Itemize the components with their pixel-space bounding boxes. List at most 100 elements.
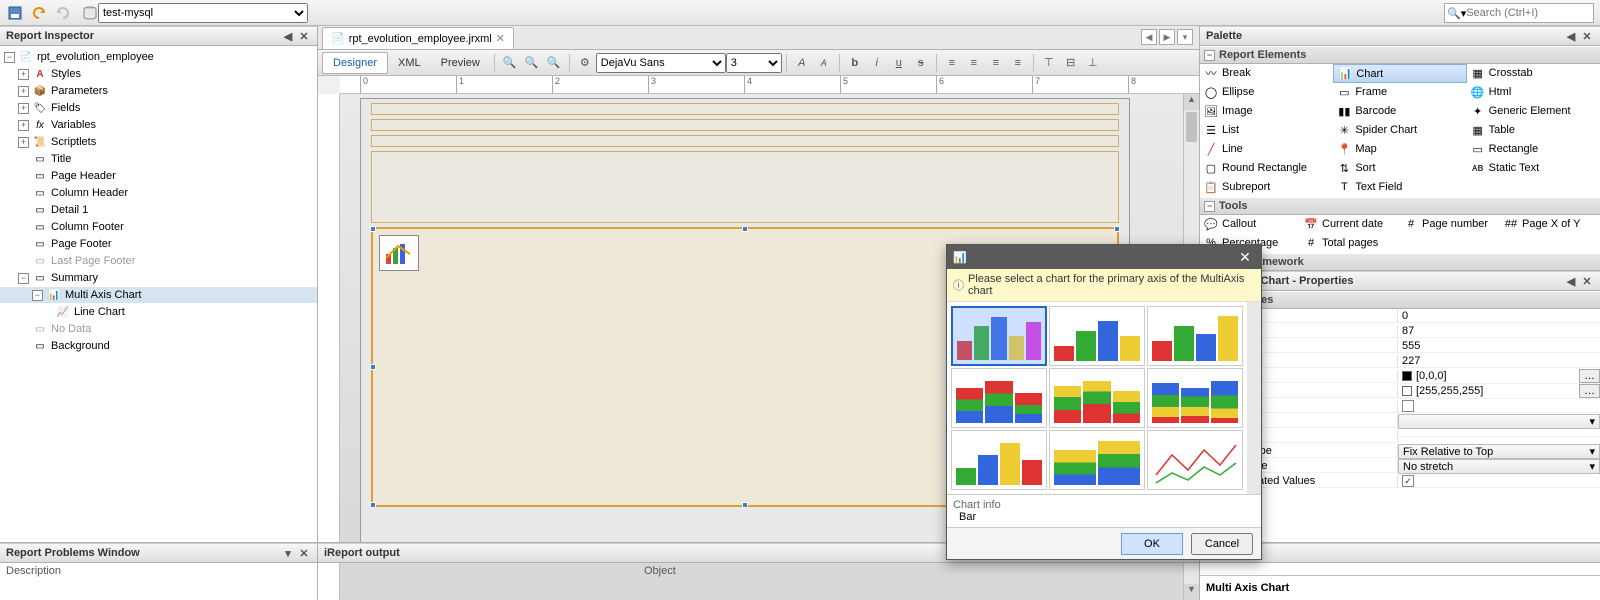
tree-last-page-footer[interactable]: +▭Last Page Footer [0,253,317,269]
font-smaller-icon[interactable]: A [813,52,835,74]
pal-textfield[interactable]: TText Field [1333,178,1466,197]
tree-detail[interactable]: +▭Detail 1 [0,202,317,218]
tree-page-footer[interactable]: +▭Page Footer [0,236,317,252]
pal-spider[interactable]: ✳Spider Chart [1333,121,1466,140]
chart-thumb-stacked[interactable] [951,368,1047,428]
close-tab-icon[interactable]: ✕ [496,32,505,45]
pal-sort[interactable]: ⇅Sort [1333,159,1466,178]
filter-icon[interactable]: ▾ [281,546,295,560]
chart-thumb-stacked3d[interactable] [1049,368,1145,428]
pal-callout[interactable]: 💬Callout [1200,215,1300,234]
nav-menu-icon[interactable]: ▾ [1177,29,1193,45]
pal-list[interactable]: ☰List [1200,121,1333,140]
undo-icon[interactable] [28,2,50,24]
pal-table[interactable]: ▦Table [1467,121,1600,140]
pal-rectangle[interactable]: ▭Rectangle [1467,140,1600,159]
tree-root[interactable]: −📄rpt_evolution_employee [0,49,317,65]
close-icon[interactable]: ✕ [1580,29,1594,43]
save-icon[interactable] [4,2,26,24]
zoom-out-icon[interactable]: 🔍 [521,52,543,74]
tree-parameters[interactable]: +📦Parameters [0,83,317,99]
pal-pagexofy[interactable]: ##Page X of Y [1500,215,1600,234]
close-icon[interactable]: ✕ [297,546,311,560]
pal-line[interactable]: ╱Line [1200,140,1333,159]
chart-thumb-stacked-alt[interactable] [1147,368,1243,428]
pal-barcode[interactable]: ▮▮Barcode [1333,102,1466,121]
close-icon[interactable]: ✕ [1580,274,1594,288]
tree-styles[interactable]: +AStyles [0,66,317,82]
dialog-titlebar[interactable]: 📊 ✕ [947,245,1261,269]
prop-forecolor-value[interactable]: [0,0,0]… [1398,369,1600,384]
pal-map[interactable]: 📍Map [1333,140,1466,159]
chart-thumb-line[interactable] [1147,430,1243,490]
tab-designer[interactable]: Designer [322,52,388,74]
prop-key-value[interactable] [1398,436,1600,437]
tab-preview[interactable]: Preview [431,52,490,74]
prop-left-value[interactable]: 0 [1398,310,1600,323]
global-search[interactable]: 🔍▾ [1444,3,1594,23]
pal-pagenumber[interactable]: #Page number [1400,215,1500,234]
valign-bottom-icon[interactable]: ⊥ [1082,52,1104,74]
cancel-button[interactable]: Cancel [1191,533,1253,555]
pin-icon[interactable]: ◀ [1564,274,1578,288]
nav-prev-icon[interactable]: ◀ [1141,29,1157,45]
ok-button[interactable]: OK [1121,533,1183,555]
pal-generic[interactable]: ✦Generic Element [1467,102,1600,121]
pal-subreport[interactable]: 📋Subreport [1200,178,1333,197]
pin-icon[interactable]: ◀ [1564,29,1578,43]
valign-top-icon[interactable]: ⊤ [1038,52,1060,74]
prop-width-value[interactable]: 555 [1398,340,1600,353]
align-center-icon[interactable]: ≡ [963,52,985,74]
tab-xml[interactable]: XML [388,52,431,74]
tree-fields[interactable]: +🏷Fields [0,100,317,116]
dialog-close-icon[interactable]: ✕ [1235,247,1255,267]
prop-height-value[interactable]: 227 [1398,355,1600,368]
tree-column-header[interactable]: +▭Column Header [0,185,317,201]
tree-multi-axis-chart[interactable]: −📊Multi Axis Chart [0,287,317,303]
tools-section[interactable]: −Tools [1200,197,1600,215]
prop-backcolor-value[interactable]: [255,255,255]… [1398,384,1600,399]
strike-icon[interactable]: s [910,52,932,74]
search-input[interactable] [1466,7,1576,19]
file-tab[interactable]: 📄 rpt_evolution_employee.jrxml ✕ [322,27,514,49]
pal-break[interactable]: 〰Break [1200,64,1333,83]
nav-next-icon[interactable]: ▶ [1159,29,1175,45]
zoom-in-icon[interactable]: 🔍 [543,52,565,74]
inspector-tree[interactable]: −📄rpt_evolution_employee +AStyles +📦Para… [0,46,317,600]
datasource-combo[interactable]: test-mysql [82,3,308,23]
pal-crosstab[interactable]: ▦Crosstab [1467,64,1600,83]
tree-summary[interactable]: −▭Summary [0,270,317,286]
underline-icon[interactable]: u [888,52,910,74]
ellipsis-button[interactable]: … [1579,369,1600,383]
tree-scriptlets[interactable]: +📜Scriptlets [0,134,317,150]
bold-icon[interactable]: b [844,52,866,74]
tree-column-footer[interactable]: +▭Column Footer [0,219,317,235]
pal-chart[interactable]: 📊Chart [1333,64,1466,83]
fontsize-combo[interactable]: 3 [726,53,782,73]
report-elements-section[interactable]: −Report Elements [1200,46,1600,64]
close-icon[interactable]: ✕ [297,29,311,43]
redo-icon[interactable] [52,2,74,24]
align-left-icon[interactable]: ≡ [941,52,963,74]
pal-html[interactable]: 🌐Html [1467,83,1600,102]
chart-thumb-bar3d-alt[interactable] [1147,306,1243,366]
prop-top-value[interactable]: 87 [1398,325,1600,338]
pal-roundrect[interactable]: ▢Round Rectangle [1200,159,1333,178]
ellipsis-button[interactable]: … [1579,384,1600,398]
prop-opaque-check[interactable] [1398,400,1600,413]
tree-background[interactable]: +▭Background [0,338,317,354]
prop-position-combo[interactable]: Fix Relative to Top▾ [1398,444,1600,459]
pal-ellipse[interactable]: ◯Ellipse [1200,83,1333,102]
dialog-scrollbar[interactable] [1247,302,1261,494]
tree-no-data[interactable]: +▭No Data [0,321,317,337]
chart-thumb-bar3d[interactable] [951,306,1047,366]
tree-variables[interactable]: +fxVariables [0,117,317,133]
prop-stretch-combo[interactable]: No stretch▾ [1398,459,1600,474]
chart-thumb-bar[interactable] [1049,306,1145,366]
tree-line-chart[interactable]: 📈Line Chart [0,304,317,320]
pal-image[interactable]: 🖼Image [1200,102,1333,121]
pal-frame[interactable]: ▭Frame [1333,83,1466,102]
chart-element[interactable] [379,235,419,271]
chart-type-grid[interactable] [947,302,1247,494]
pal-totalpages[interactable]: #Total pages [1300,234,1400,253]
